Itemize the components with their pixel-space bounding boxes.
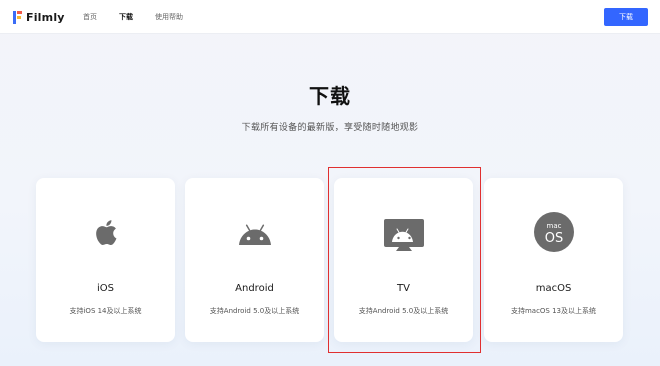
platform-card-macos[interactable]: mac OS macOS 支持macOS 13及以上系统 — [484, 178, 623, 342]
logo[interactable]: Filmly — [13, 10, 65, 24]
platform-desc: 支持Android 5.0及以上系统 — [209, 307, 300, 315]
nav-download[interactable]: 下载 — [119, 12, 133, 22]
macos-icon-text-top: mac — [546, 222, 561, 230]
main-nav: 首页 下载 使用帮助 — [83, 12, 205, 22]
nav-help[interactable]: 使用帮助 — [155, 12, 183, 22]
nav-home[interactable]: 首页 — [83, 12, 97, 22]
android-tv-icon — [383, 219, 424, 251]
page-subtitle: 下载所有设备的最新版，享受随时随地观影 — [241, 123, 419, 133]
apple-icon — [95, 220, 116, 245]
filmly-logo-icon — [13, 10, 22, 24]
platform-desc: 支持macOS 13及以上系统 — [510, 307, 597, 315]
macos-icon: mac OS — [533, 212, 574, 252]
platform-name: Android — [235, 283, 274, 294]
macos-icon-text-bottom: OS — [544, 231, 562, 246]
platform-desc: 支持iOS 14及以上系统 — [69, 307, 142, 315]
platform-card-ios[interactable]: iOS 支持iOS 14及以上系统 — [36, 178, 175, 342]
platform-name: macOS — [535, 283, 572, 294]
page-title: 下载 — [309, 84, 351, 108]
platform-desc: 支持Android 5.0及以上系统 — [358, 307, 449, 315]
platform-name: iOS — [97, 283, 114, 294]
platform-card-android[interactable]: Android 支持Android 5.0及以上系统 — [185, 178, 324, 342]
platform-name: TV — [397, 283, 410, 294]
header-download-button[interactable]: 下载 — [604, 8, 648, 26]
download-page: Filmly 首页 下载 使用帮助 下载 下载 下载所有设备的最新版，享受随时随… — [0, 0, 660, 366]
android-icon — [238, 224, 271, 245]
logo-text: Filmly — [26, 10, 65, 24]
top-navbar: Filmly 首页 下载 使用帮助 下载 — [0, 0, 660, 34]
platform-card-tv[interactable]: TV 支持Android 5.0及以上系统 — [334, 178, 473, 342]
